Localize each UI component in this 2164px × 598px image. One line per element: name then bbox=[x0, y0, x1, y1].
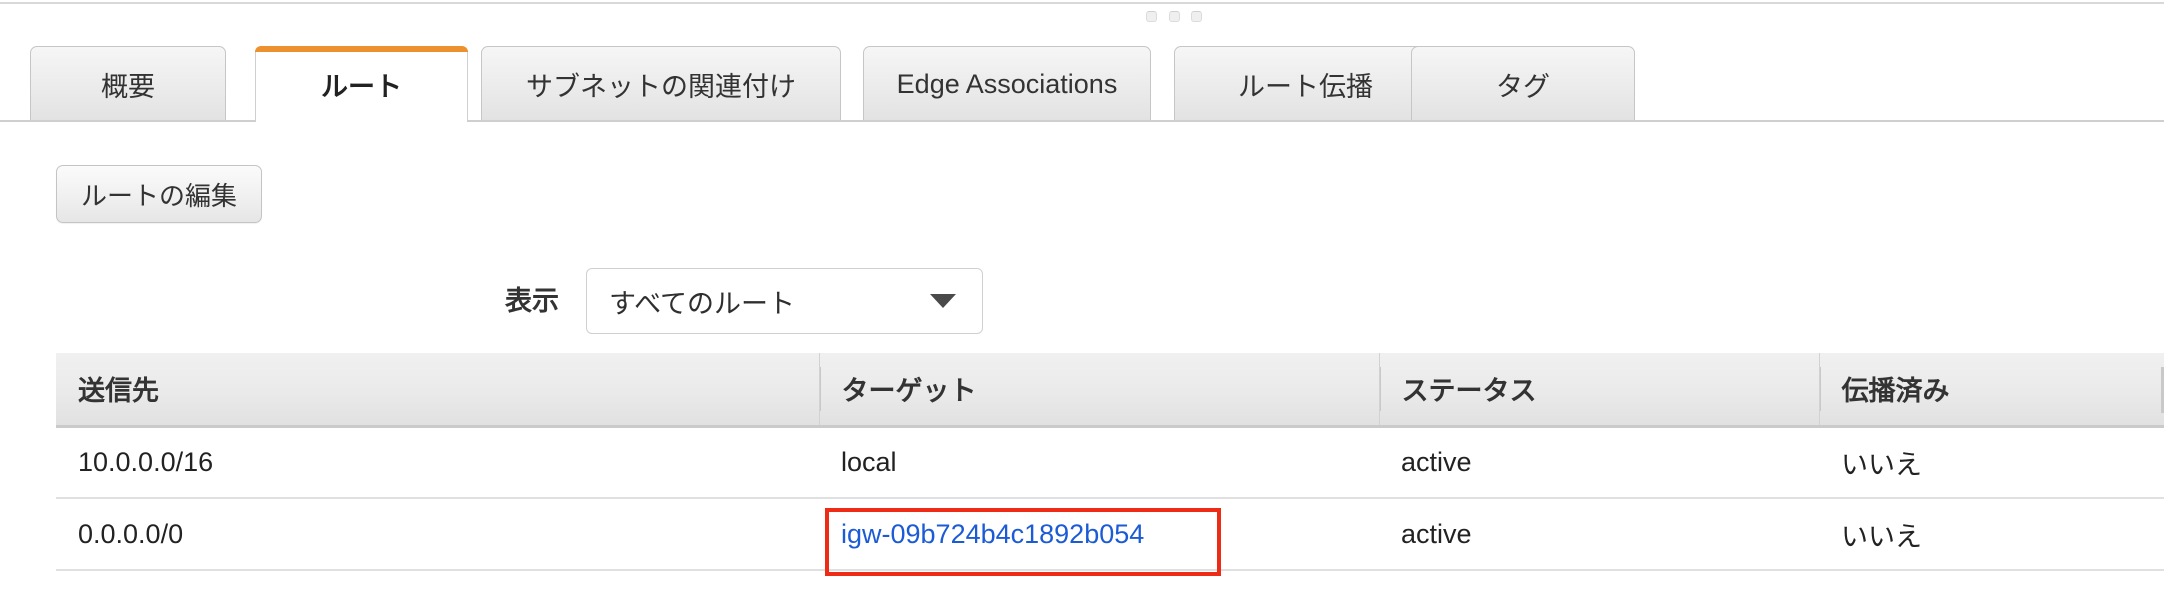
table-row[interactable]: 0.0.0.0/0 igw-09b724b4c1892b054 active い… bbox=[56, 498, 2164, 571]
column-header-destination[interactable]: 送信先 bbox=[56, 353, 819, 428]
route-filter-select[interactable]: すべてのルート bbox=[586, 268, 983, 334]
tab-routes[interactable]: ルート bbox=[255, 46, 468, 125]
cell-target: local bbox=[819, 426, 1379, 499]
status-badge: active bbox=[1379, 426, 1819, 499]
tab-routes-label: ルート bbox=[321, 71, 402, 102]
tab-tags[interactable]: タグ bbox=[1411, 46, 1635, 122]
tab-subnet-associations[interactable]: サブネットの関連付け bbox=[481, 46, 841, 122]
column-header-destination-label: 送信先 bbox=[78, 376, 159, 407]
tab-edge-associations-label: Edge Associations bbox=[896, 69, 1118, 99]
column-header-target[interactable]: ターゲット bbox=[818, 353, 1379, 428]
column-header-status-label: ステータス bbox=[1401, 376, 1537, 407]
window-top-divider bbox=[0, 2, 2164, 4]
edit-routes-button[interactable]: ルートの編集 bbox=[56, 165, 263, 223]
cell-propagated: いいえ bbox=[1819, 498, 2164, 571]
routes-table: 送信先 ターゲット ステータス 伝播済み 10.0.0.0/16 local a… bbox=[56, 353, 2164, 571]
tab-strip: 概要 ルート サブネットの関連付け Edge Associations ルート伝… bbox=[0, 46, 2164, 125]
tab-route-propagation-label: ルート伝播 bbox=[1238, 72, 1373, 102]
tab-edge-associations[interactable]: Edge Associations bbox=[863, 46, 1151, 122]
table-header-row: 送信先 ターゲット ステータス 伝播済み bbox=[56, 353, 2164, 428]
tab-subnet-associations-label: サブネットの関連付け bbox=[526, 72, 796, 102]
resize-grip-dots-icon[interactable] bbox=[1146, 9, 1202, 23]
tab-overview[interactable]: 概要 bbox=[30, 46, 226, 122]
tab-route-propagation[interactable]: ルート伝播 bbox=[1174, 46, 1437, 122]
table-row[interactable]: 10.0.0.0/16 local active いいえ bbox=[56, 426, 2164, 499]
cell-destination: 10.0.0.0/16 bbox=[56, 426, 819, 499]
column-header-propagated-label: 伝播済み bbox=[1841, 376, 1950, 407]
route-table-routes-panel: 概要 ルート サブネットの関連付け Edge Associations ルート伝… bbox=[0, 0, 2164, 598]
cell-target: igw-09b724b4c1892b054 bbox=[819, 498, 1379, 571]
target-gateway-link[interactable]: igw-09b724b4c1892b054 bbox=[841, 519, 1144, 549]
cell-propagated: いいえ bbox=[1819, 426, 2164, 499]
filter-label: 表示 bbox=[505, 286, 559, 316]
tab-overview-label: 概要 bbox=[101, 72, 155, 102]
column-header-status[interactable]: ステータス bbox=[1378, 353, 1819, 428]
column-header-target-label: ターゲット bbox=[841, 376, 977, 407]
column-header-propagated[interactable]: 伝播済み bbox=[1818, 353, 2164, 428]
routes-table-body: 10.0.0.0/16 local active いいえ 0.0.0.0/0 i… bbox=[56, 426, 2164, 571]
tab-tags-label: タグ bbox=[1496, 72, 1550, 102]
route-filter-selected-value: すべてのルート bbox=[609, 288, 796, 319]
routes-table-header: 送信先 ターゲット ステータス 伝播済み bbox=[56, 353, 2164, 428]
chevron-down-icon bbox=[930, 294, 956, 308]
edit-routes-button-label: ルートの編集 bbox=[81, 180, 238, 211]
status-badge: active bbox=[1379, 498, 1819, 571]
cell-destination: 0.0.0.0/0 bbox=[56, 498, 819, 571]
